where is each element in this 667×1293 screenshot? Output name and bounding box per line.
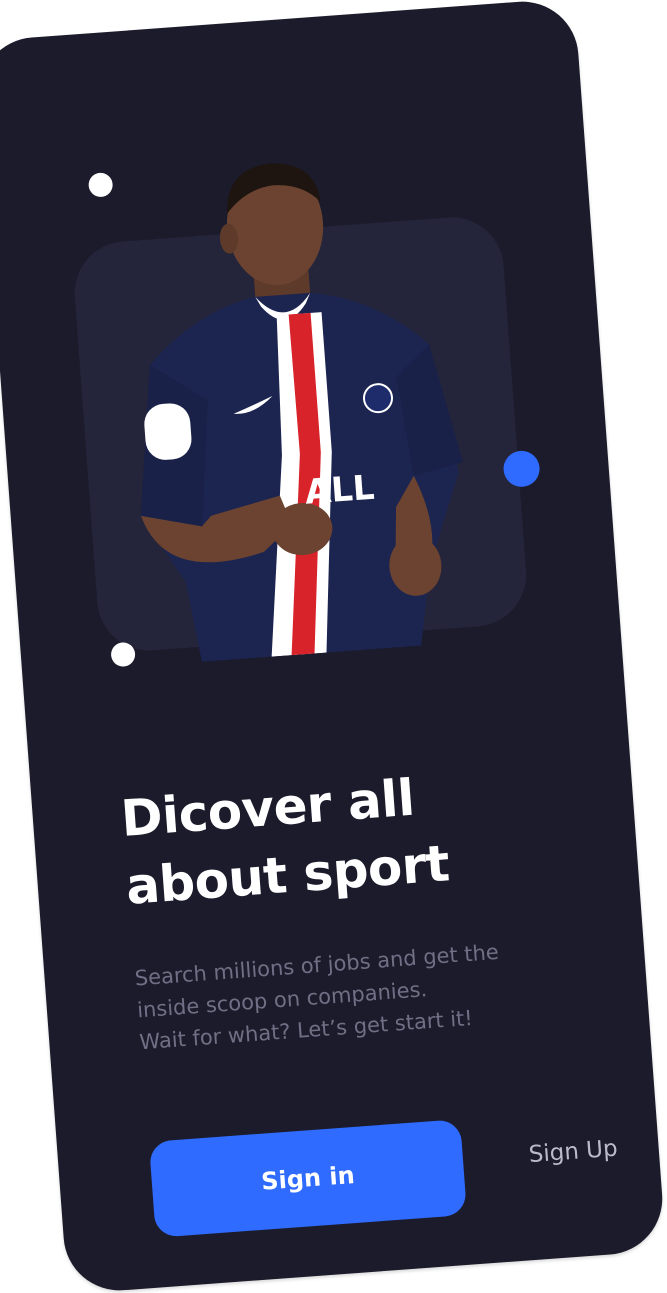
app-screen: ALL Dicover all about sport Search milli… [0, 0, 667, 1293]
onboarding-headline: Dicover all about sport [119, 768, 452, 916]
sign-in-button[interactable]: Sign in [148, 1119, 468, 1238]
sign-up-link[interactable]: Sign Up [528, 1136, 619, 1168]
football-player-photo: ALL [140, 163, 463, 662]
onboarding-description: Search millions of jobs and get the insi… [133, 939, 500, 1055]
phone-frame: ALL Dicover all about sport Search milli… [0, 0, 667, 1293]
jersey-text: ALL [303, 468, 375, 513]
